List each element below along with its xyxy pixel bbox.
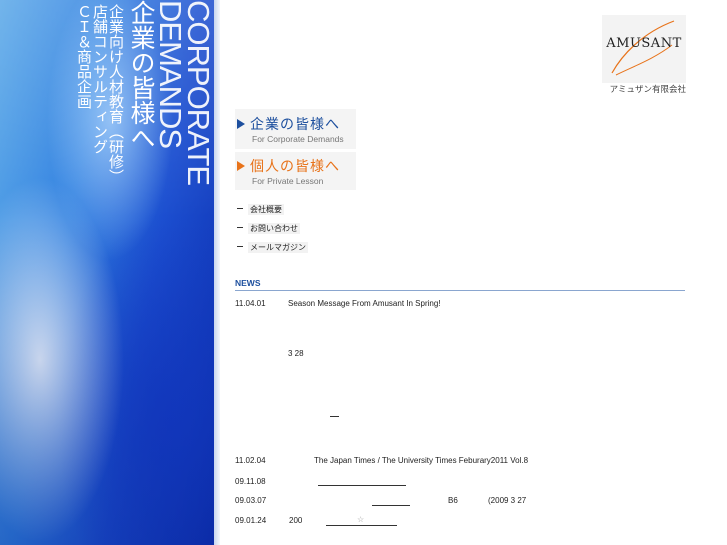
hero-service-2: 店舗コンサルティング <box>91 4 109 154</box>
dash-icon <box>237 246 243 247</box>
info-links: 会社概要 お問い合わせ メールマガジン <box>235 204 308 261</box>
nav-corporate-sub: For Corporate Demands <box>252 134 344 144</box>
link-contact[interactable]: お問い合わせ <box>235 223 308 242</box>
hero-title-jp: 企業の皆様へ <box>127 0 156 150</box>
hero-demands-text: DEMANDS <box>153 0 188 149</box>
link-mail-magazine[interactable]: メールマガジン <box>235 242 308 261</box>
news-text: B6 <box>448 496 458 505</box>
news-link[interactable]: Season Message From Amusant In Spring! <box>288 299 441 308</box>
dash-icon <box>237 227 243 228</box>
nav-corporate-title: 企業の皆様へ <box>250 117 340 133</box>
news-date: 09.03.07 <box>235 496 267 505</box>
news-link-underline[interactable] <box>326 525 397 526</box>
hero-service-1: 企業向け人材教育（研修） <box>107 4 125 184</box>
arrow-right-icon <box>237 161 245 171</box>
news-link-underline[interactable] <box>372 505 410 506</box>
news-text: 3 28 <box>288 349 304 358</box>
hero-service-3: ＣＩ＆商品企画 <box>75 4 93 109</box>
news-date: 09.11.08 <box>235 477 266 486</box>
dash-icon <box>237 208 243 209</box>
news-date: 11.04.01 <box>235 299 266 308</box>
link-label: 会社概要 <box>248 204 284 215</box>
news-text: 200 <box>289 516 303 525</box>
nav-private-card[interactable]: 個人の皆様へ For Private Lesson <box>235 152 356 190</box>
logo-name: AMUSANT <box>606 36 682 51</box>
star-icon: ☆ <box>357 515 365 524</box>
news-date: 11.02.04 <box>235 456 266 465</box>
nav-corporate-card[interactable]: 企業の皆様へ For Corporate Demands <box>235 109 356 149</box>
arrow-right-icon <box>237 119 245 129</box>
dash-mark <box>330 416 339 417</box>
logo-company-jp: アミュザン有限会社 <box>609 85 686 95</box>
link-label: メールマガジン <box>248 242 308 253</box>
link-company-profile[interactable]: 会社概要 <box>235 204 308 223</box>
news-link[interactable]: The Japan Times / The University Times F… <box>314 456 528 465</box>
news-text: (2009 3 27 <box>488 496 527 505</box>
nav-private-sub: For Private Lesson <box>252 176 324 186</box>
company-logo[interactable]: AMUSANT アミュザン有限会社 <box>602 15 686 95</box>
link-label: お問い合わせ <box>248 223 300 234</box>
nav-private-title: 個人の皆様へ <box>250 159 340 175</box>
news-link-underline[interactable] <box>318 485 406 486</box>
news-heading: NEWS <box>235 278 685 291</box>
news-date: 09.01.24 <box>235 516 267 525</box>
